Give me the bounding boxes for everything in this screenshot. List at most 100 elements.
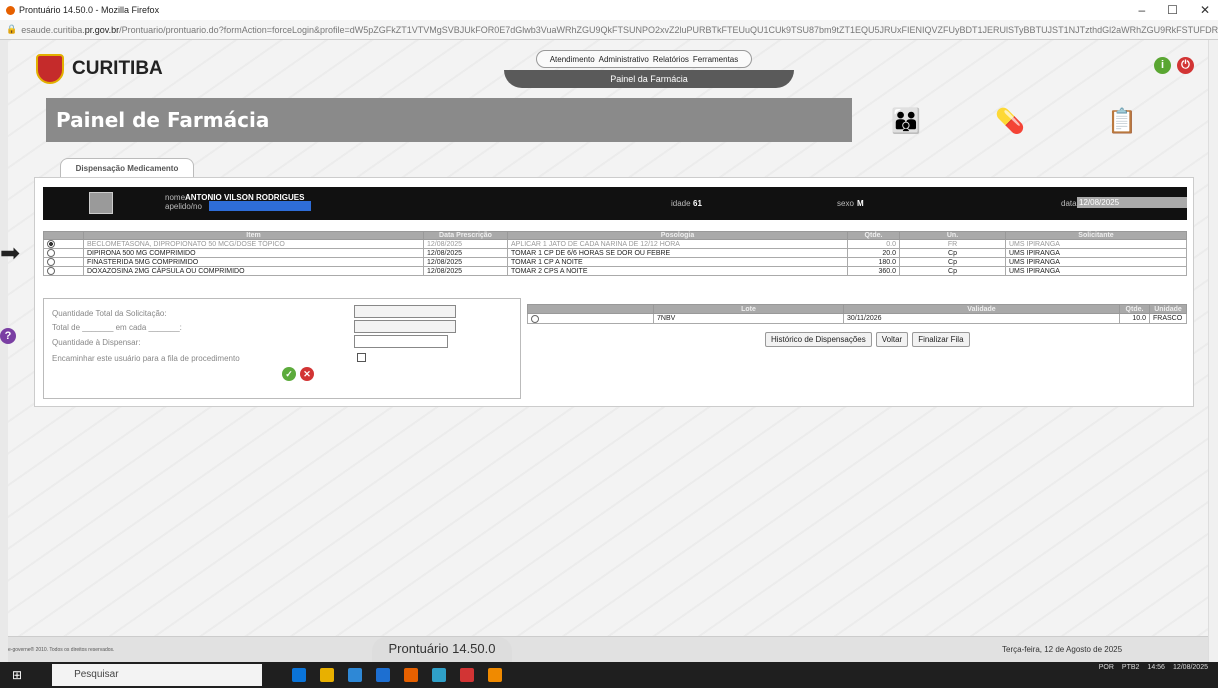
- edge-icon[interactable]: [292, 668, 307, 682]
- arrow-pointer-icon: ➡: [0, 240, 21, 267]
- redacted-field: [209, 201, 311, 211]
- cell-un: Cp: [899, 248, 1006, 258]
- system-tray: POR PTB2 14:56 12/08/2025: [1099, 664, 1208, 671]
- power-icon[interactable]: ⏻: [1177, 57, 1194, 74]
- close-button[interactable]: ✕: [1200, 3, 1210, 17]
- lote-radio[interactable]: [531, 314, 539, 323]
- row-radio[interactable]: [47, 249, 55, 257]
- clipboard-icon[interactable]: 📋: [1104, 104, 1140, 138]
- cell-posologia: APLICAR 1 JATO DE CADA NARINA DE 12/12 H…: [507, 239, 848, 249]
- table-row[interactable]: BECLOMETASONA, DIPROPIONATO 50 MCG/DOSE …: [43, 239, 1187, 249]
- cell-un: Cp: [899, 257, 1006, 267]
- store-icon[interactable]: [348, 668, 363, 682]
- help-icon[interactable]: ?: [0, 328, 16, 344]
- finalizar-button[interactable]: Finalizar Fila: [912, 332, 970, 347]
- col-lote-select: [527, 304, 654, 314]
- logo-text: CURITIBA: [72, 58, 163, 79]
- patient-sex: M: [857, 199, 864, 208]
- minimize-button[interactable]: –: [1138, 3, 1145, 17]
- tray-time[interactable]: 14:56: [1147, 664, 1165, 671]
- qtd-total-field: [354, 305, 456, 318]
- people-icon[interactable]: 👪: [888, 104, 924, 138]
- apelido-label: apelido/no: [165, 202, 202, 211]
- patient-date: 12/08/2025: [1077, 197, 1187, 208]
- tray-kb[interactable]: PTB2: [1122, 664, 1140, 671]
- window-titlebar: Prontuário 14.50.0 - Mozilla Firefox – ☐…: [0, 0, 1218, 20]
- active-tab[interactable]: Painel da Farmácia: [504, 70, 794, 88]
- url-prefix: esaude.curitiba.: [21, 24, 85, 35]
- cell-date: 12/08/2025: [423, 266, 508, 276]
- col-solicitante: Solicitante: [1005, 231, 1187, 240]
- taskbar-search[interactable]: Pesquisar: [52, 664, 263, 686]
- page-title: Painel de Farmácia: [46, 98, 852, 142]
- sexo-label: sexo: [837, 199, 854, 208]
- explorer-icon[interactable]: [320, 668, 335, 682]
- nome-label: nome: [165, 193, 186, 202]
- historico-button[interactable]: Histórico de Dispensações: [765, 332, 872, 347]
- dispensation-panel: nome ANTONIO VILSON RODRIGUES apelido/no…: [34, 177, 1194, 407]
- copyright: e-governe® 2010. Todos os direitos reser…: [8, 647, 115, 653]
- row-radio[interactable]: [47, 258, 55, 266]
- scrollbar[interactable]: [1208, 40, 1218, 662]
- cell-lote: 7NBV: [653, 313, 844, 324]
- cell-posologia: TOMAR 1 CP A NOITE: [507, 257, 848, 267]
- confirm-icon[interactable]: ✓: [282, 367, 296, 381]
- top-menu: Atendimento Administrativo Relatórios Fe…: [536, 50, 752, 68]
- row-radio[interactable]: [47, 240, 55, 248]
- cell-item: DIPIRONA 500 MG COMPRIMIDO: [83, 248, 424, 258]
- voltar-button[interactable]: Voltar: [875, 332, 909, 347]
- qtd-dispensar-input[interactable]: [354, 335, 448, 348]
- firefox-alt-icon[interactable]: [488, 668, 503, 682]
- qtd-total-label: Quantidade Total da Solicitação:: [52, 309, 167, 318]
- firefox-taskbar-icon[interactable]: [404, 668, 419, 682]
- address-bar[interactable]: 🔒 esaude.curitiba. pr.gov.br/Prontuario/p…: [0, 20, 1218, 40]
- menu-administrativo[interactable]: Administrativo: [599, 55, 649, 64]
- cell-date: 12/08/2025: [423, 239, 508, 249]
- coat-of-arms-icon: [36, 54, 64, 84]
- cell-solicitante: UMS IPIRANGA: [1005, 248, 1187, 258]
- cell-solicitante: UMS IPIRANGA: [1005, 266, 1187, 276]
- page-footer: e-governe® 2010. Todos os direitos reser…: [8, 636, 1208, 662]
- col-select: [43, 231, 84, 240]
- cell-lote-qtde: 10.0: [1119, 313, 1150, 324]
- mail-icon[interactable]: [376, 668, 391, 682]
- lote-table: Lote Validade Qtde. Unidade 7NBV 30/11/2…: [527, 304, 1187, 324]
- data-label: data: [1061, 199, 1077, 208]
- info-icon[interactable]: i: [1154, 57, 1171, 74]
- url-path: /Prontuario/prontuario.do?formAction=for…: [119, 24, 1218, 35]
- cell-posologia: TOMAR 2 CPS A NOITE: [507, 266, 848, 276]
- encaminhar-label: Encaminhar este usuário para a fila de p…: [52, 354, 240, 363]
- col-unidade: Unidade: [1149, 304, 1187, 314]
- cancel-icon[interactable]: ✕: [300, 367, 314, 381]
- total-de-field: [354, 320, 456, 333]
- row-radio[interactable]: [47, 267, 55, 275]
- menu-atendimento[interactable]: Atendimento: [550, 55, 595, 64]
- menu-relatorios[interactable]: Relatórios: [653, 55, 689, 64]
- cell-un: Cp: [899, 266, 1006, 276]
- medicine-icon[interactable]: 💊: [992, 104, 1028, 138]
- table-row[interactable]: FINASTERIDA 5MG COMPRIMIDO 12/08/2025 TO…: [43, 257, 1187, 267]
- cell-date: 12/08/2025: [423, 248, 508, 258]
- tray-lang[interactable]: POR: [1099, 664, 1114, 671]
- windows-start-icon[interactable]: ⊞: [12, 668, 22, 682]
- cell-qtde: 0.0: [847, 239, 900, 249]
- encaminhar-checkbox[interactable]: [357, 353, 366, 362]
- pdf-icon[interactable]: [460, 668, 475, 682]
- col-un: Un.: [899, 231, 1006, 240]
- cell-validade: 30/11/2026: [843, 313, 1120, 324]
- table-row[interactable]: 7NBV 30/11/2026 10.0 FRASCO: [527, 313, 1187, 324]
- cell-solicitante: UMS IPIRANGA: [1005, 257, 1187, 267]
- tab-dispensacao[interactable]: Dispensação Medicamento: [60, 158, 194, 178]
- cell-solicitante: UMS IPIRANGA: [1005, 239, 1187, 249]
- prescription-table: Item Data Prescrição Posologia Qtde. Un.…: [43, 231, 1187, 276]
- maximize-button[interactable]: ☐: [1167, 3, 1178, 17]
- table-row[interactable]: DOXAZOSINA 2MG CÁPSULA OU COMPRIMIDO 12/…: [43, 266, 1187, 276]
- patient-age: 61: [693, 199, 702, 208]
- idade-label: idade: [671, 199, 691, 208]
- menu-ferramentas[interactable]: Ferramentas: [693, 55, 738, 64]
- tray-date[interactable]: 12/08/2025: [1173, 664, 1208, 671]
- table-row[interactable]: DIPIRONA 500 MG COMPRIMIDO 12/08/2025 TO…: [43, 248, 1187, 258]
- url-domain: pr.gov.br: [84, 24, 120, 35]
- app-k-icon[interactable]: [432, 668, 447, 682]
- cell-unidade: FRASCO: [1149, 313, 1187, 324]
